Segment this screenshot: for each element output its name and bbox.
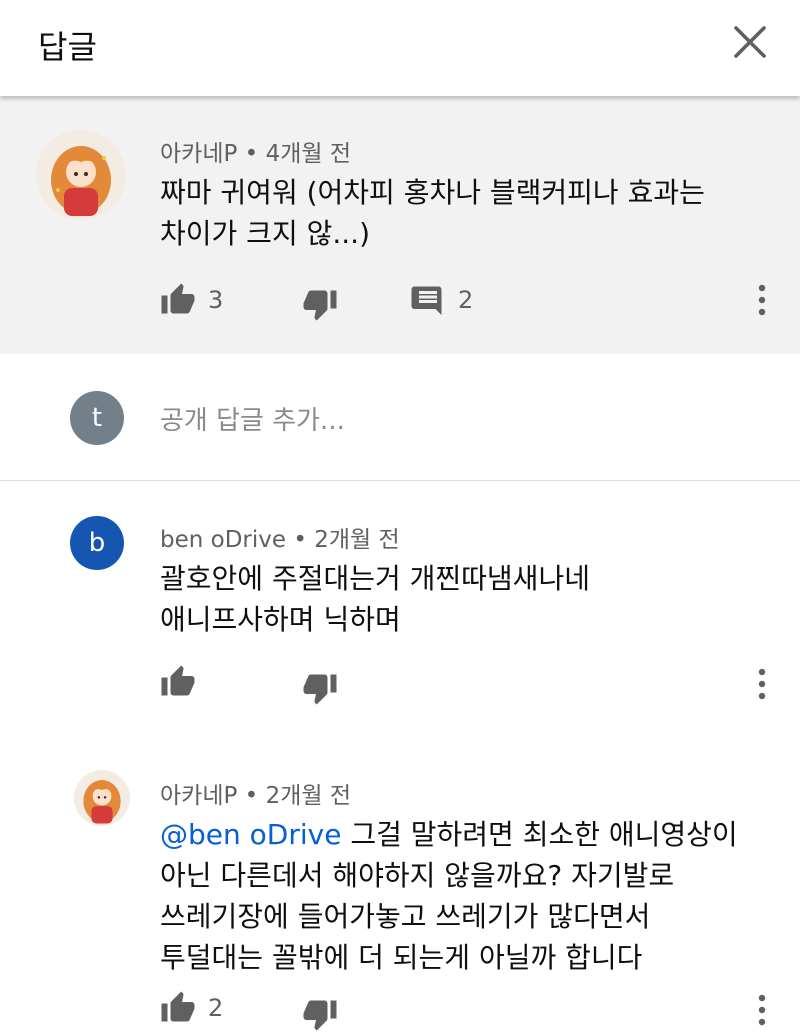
thumb-down-icon: [303, 290, 337, 321]
avatar: t: [70, 391, 124, 445]
more-vert-icon: [758, 668, 766, 700]
reply-meta: 아카네P • 2개월 전: [160, 776, 351, 810]
reply-count: 2: [458, 286, 474, 314]
reply-author[interactable]: 아카네P: [160, 783, 237, 809]
meta-separator: •: [244, 141, 266, 167]
more-options-button[interactable]: [752, 664, 772, 704]
comment-meta: 아카네P • 4개월 전: [160, 134, 351, 168]
replies-header: 답글: [0, 0, 800, 96]
anime-avatar-image: [51, 146, 111, 216]
comment-icon: [411, 286, 442, 315]
avatar[interactable]: [36, 130, 126, 220]
thumb-up-icon: [161, 665, 195, 696]
reply-author[interactable]: ben oDrive: [160, 527, 286, 553]
reply-time: 2개월 전: [314, 527, 400, 553]
dislike-button[interactable]: [302, 996, 338, 1032]
mention-link[interactable]: @ben oDrive: [160, 818, 341, 851]
dislike-button[interactable]: [302, 286, 338, 322]
comment-author[interactable]: 아카네P: [160, 141, 237, 167]
dislike-button[interactable]: [302, 670, 338, 706]
reply-text: @ben oDrive 그걸 말하려면 최소한 애니영상이 아닌 다른데서 해야…: [160, 814, 738, 978]
more-vert-icon: [758, 284, 766, 316]
thumb-up-icon: [161, 283, 195, 314]
like-button[interactable]: [160, 664, 196, 700]
meta-separator: •: [293, 527, 315, 553]
reply-time: 2개월 전: [265, 783, 351, 809]
comment-text: 짜마 귀여워 (어차피 홍차나 블랙커피나 효과는 차이가 크지 않...): [160, 176, 705, 250]
comment-time: 4개월 전: [265, 141, 351, 167]
thumb-up-icon: [161, 991, 195, 1022]
thumb-down-icon: [303, 1000, 337, 1031]
more-options-button[interactable]: [752, 990, 772, 1030]
reply-input[interactable]: 공개 답글 추가...: [160, 400, 345, 437]
header-title: 답글: [38, 28, 97, 66]
more-vert-icon: [758, 994, 766, 1026]
like-count: 3: [208, 286, 224, 314]
thumb-down-icon: [303, 674, 337, 705]
like-button[interactable]: 2: [160, 990, 223, 1026]
like-count: 2: [208, 994, 224, 1022]
close-icon: [734, 26, 766, 58]
reply-count-button[interactable]: 2: [410, 282, 473, 318]
avatar[interactable]: b: [70, 516, 124, 570]
reply-text: 괄호안에 주절대는거 개찐따냄새나네 애니프사하며 닉하며: [160, 562, 590, 636]
reply-meta: ben oDrive • 2개월 전: [160, 520, 400, 554]
meta-separator: •: [244, 783, 266, 809]
close-button[interactable]: [722, 14, 778, 70]
more-options-button[interactable]: [752, 280, 772, 320]
avatar[interactable]: [74, 770, 130, 826]
like-button[interactable]: 3: [160, 282, 223, 318]
anime-avatar-image: [83, 779, 121, 824]
